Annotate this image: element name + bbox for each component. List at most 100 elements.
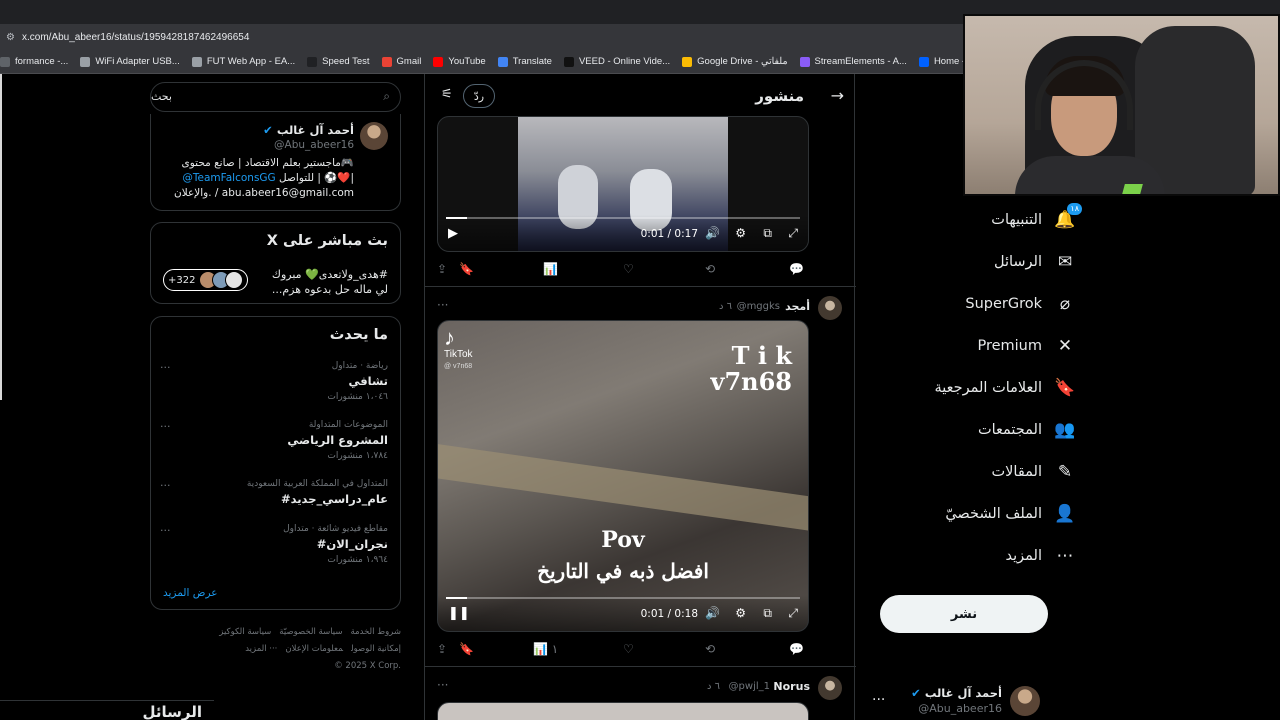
bookmark-item[interactable]: YouTube xyxy=(433,56,486,67)
settings-gear-icon[interactable]: ⚙ xyxy=(735,606,746,620)
bookmark-favicon-icon xyxy=(0,56,10,67)
reply-button[interactable]: ردّ xyxy=(463,84,495,108)
video-progress-bar[interactable] xyxy=(446,217,800,219)
show-more-link[interactable]: عرض المزيد xyxy=(163,587,218,599)
avatar[interactable] xyxy=(818,296,842,320)
footer-link[interactable]: إمكانية الوصول xyxy=(351,644,401,654)
reply-icon[interactable]: 💬 xyxy=(789,262,804,276)
search-box[interactable]: بحث ⌕ xyxy=(150,82,401,112)
bookmark-item[interactable]: VEED - Online Vide... xyxy=(563,56,670,67)
live-space-title[interactable]: هدى_ولاتعدى💚 مبروك# ...لي ماله حل بدعوه … xyxy=(238,267,388,297)
like-icon[interactable]: ♡ xyxy=(623,262,634,276)
nav-item[interactable]: Premium ✕ xyxy=(876,331,1076,361)
search-icon: ⌕ xyxy=(383,89,390,103)
bookmark-icon[interactable]: 🔖 xyxy=(459,642,474,656)
messages-drawer[interactable]: الرسائل xyxy=(0,700,214,720)
nav-item[interactable]: الرسائل ✉ xyxy=(876,247,1076,277)
reply-icon[interactable]: 💬 xyxy=(789,642,804,656)
play-icon[interactable]: ▶ xyxy=(448,226,458,241)
views-icon[interactable]: 📊 xyxy=(543,262,558,276)
trend-item[interactable]: مقاطع فيديو شائعة · متداول #نجران_الان ١… xyxy=(160,524,388,574)
fullscreen-icon[interactable]: ⤢ xyxy=(788,606,798,621)
listener-avatar xyxy=(225,271,244,289)
nav-item[interactable]: الملف الشخصيّ 👤 xyxy=(876,499,1076,529)
bookmark-favicon-icon xyxy=(682,56,693,67)
footer-link[interactable]: معلومات الإعلان xyxy=(285,644,343,654)
volume-icon[interactable]: 🔊 xyxy=(705,226,720,240)
back-arrow-icon[interactable]: → xyxy=(831,86,844,105)
trend-name[interactable]: المشروع الرياضي xyxy=(287,433,388,447)
more-options-icon[interactable]: ··· xyxy=(437,678,448,692)
bookmark-item[interactable]: formance -... xyxy=(0,56,68,67)
bookmark-item[interactable]: Gmail xyxy=(381,56,421,67)
bookmark-item[interactable]: FUT Web App - EA... xyxy=(191,56,295,67)
bookmark-item[interactable]: Google Drive - ملفاتي xyxy=(682,56,788,67)
like-icon[interactable]: ♡ xyxy=(623,642,634,656)
bookmark-icon[interactable]: 🔖 xyxy=(459,262,474,276)
bookmark-item[interactable]: StreamElements - A... xyxy=(799,56,907,67)
footer-link[interactable]: سياسة الخصوصيّة xyxy=(279,627,342,637)
nav-item[interactable]: العلامات المرجعية 🔖 xyxy=(876,373,1076,403)
volume-icon[interactable]: 🔊 xyxy=(705,606,720,620)
video-player[interactable] xyxy=(437,702,809,720)
bio-link[interactable]: @TeamFalconsGG xyxy=(182,172,275,184)
account-switcher[interactable]: ··· ✔ أحمد آل غالب @Abu_abeer16 xyxy=(870,680,1050,720)
share-icon[interactable]: ⇪ xyxy=(437,262,447,276)
live-on-x-card[interactable]: X بث مباشر على هدى_ولاتعدى💚 مبروك# ...لي… xyxy=(150,222,401,304)
live-listeners-badge[interactable]: +322 xyxy=(163,269,249,291)
bookmark-label: Google Drive - ملفاتي xyxy=(697,56,788,67)
more-options-icon[interactable]: ··· xyxy=(160,479,171,492)
post-handle[interactable]: @pwjl_1 xyxy=(729,681,770,692)
footer-link[interactable]: شروط الخدمة xyxy=(351,627,402,637)
url-text[interactable]: x.com/Abu_abeer16/status/195942818746249… xyxy=(22,32,249,43)
post-handle[interactable]: @mggks xyxy=(737,301,780,312)
site-info-icon[interactable]: ⚙ xyxy=(6,32,16,43)
avatar[interactable] xyxy=(818,676,842,700)
settings-sliders-icon[interactable]: ⚟ xyxy=(441,87,453,102)
share-icon[interactable]: ⇪ xyxy=(437,642,447,656)
search-input[interactable]: بحث xyxy=(151,90,172,103)
video-player[interactable]: ▶ 0:01 / 0:17 🔊 ⚙ ⧉ ⤢ xyxy=(437,116,809,252)
trend-name[interactable]: تشافي xyxy=(348,374,388,388)
more-options-icon[interactable]: ··· xyxy=(160,420,171,433)
profile-card[interactable]: ✔ أحمد آل غالب @Abu_abeer16 ماجستير بعلم… xyxy=(150,114,401,211)
trend-name[interactable]: #نجران_الان xyxy=(317,537,388,551)
more-options-icon[interactable]: ··· xyxy=(160,361,171,374)
trend-item[interactable]: رياضة · متداول تشافي ١،٠٤٦ منشورات ··· xyxy=(160,361,388,411)
video-player[interactable]: ♪ TikTok @ v7n68 T i k v7n68 Pov افضل ذب… xyxy=(437,320,809,632)
post-time[interactable]: ٦ د xyxy=(707,681,720,692)
footer-link[interactable]: سياسة الكوكيز xyxy=(219,627,271,637)
footer-link[interactable]: ··· المزيد xyxy=(245,644,277,654)
nav-item[interactable]: المزيد ⋯ xyxy=(876,541,1076,571)
fullscreen-icon[interactable]: ⤢ xyxy=(788,226,798,241)
popout-icon[interactable]: ⧉ xyxy=(763,606,772,621)
avatar[interactable] xyxy=(1010,686,1040,716)
profile-name[interactable]: ✔ أحمد آل غالب xyxy=(263,123,354,137)
post-author[interactable]: أمجد xyxy=(785,300,810,313)
post-time[interactable]: ٦ د xyxy=(719,301,732,312)
nav-item[interactable]: المجتمعات 👥 xyxy=(876,415,1076,445)
trend-item[interactable]: المتداول في المملكة العربية السعودية #عا… xyxy=(160,479,388,529)
more-options-icon[interactable]: ··· xyxy=(160,524,171,537)
nav-item[interactable]: التنبيهات 🔔 ١٨ xyxy=(876,203,1082,235)
avatar[interactable] xyxy=(360,122,388,150)
pause-icon[interactable]: ❚❚ xyxy=(448,606,470,621)
nav-item[interactable]: SuperGrok ⌀ xyxy=(876,289,1076,319)
post-button[interactable]: نشر xyxy=(880,595,1048,633)
video-progress-bar[interactable] xyxy=(446,597,800,599)
bookmark-item[interactable]: Translate xyxy=(497,56,552,67)
settings-gear-icon[interactable]: ⚙ xyxy=(735,226,746,240)
repost-icon[interactable]: ⟲ xyxy=(705,642,715,656)
more-options-icon[interactable]: ··· xyxy=(872,692,885,708)
repost-icon[interactable]: ⟲ xyxy=(705,262,715,276)
nav-item[interactable]: المقالات ✎ xyxy=(876,457,1076,487)
trend-item[interactable]: الموضوعات المتداولة المشروع الرياضي ١،٧٨… xyxy=(160,420,388,470)
bookmark-item[interactable]: Speed Test xyxy=(307,56,370,67)
trend-name[interactable]: #عام_دراسي_جديد xyxy=(281,492,388,506)
messages-drawer-title[interactable]: الرسائل xyxy=(142,703,202,720)
bookmark-item[interactable]: WiFi Adapter USB... xyxy=(80,56,180,67)
more-options-icon[interactable]: ··· xyxy=(437,298,448,312)
popout-icon[interactable]: ⧉ xyxy=(763,226,772,241)
post-author[interactable]: Norus xyxy=(773,680,810,693)
views-icon[interactable]: 📊 ١ xyxy=(533,642,558,656)
